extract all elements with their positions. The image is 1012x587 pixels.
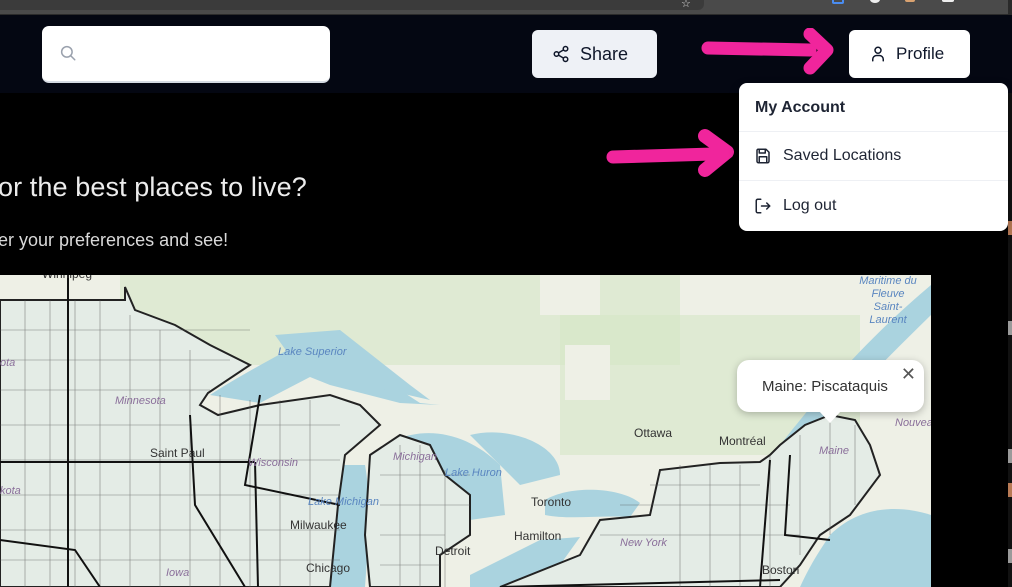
map-label-city: Chicago: [306, 561, 351, 575]
map-label-water: Lake Michigan: [308, 496, 379, 508]
map-label-city: Winnipeg: [42, 275, 92, 281]
map-label-water: Lake Huron: [445, 467, 502, 479]
map-label-region: Nouveau-Brunswick: [895, 417, 931, 429]
map-label-city: Montréal: [719, 434, 766, 448]
search-icon: [60, 45, 76, 61]
profile-button[interactable]: Profile: [849, 30, 970, 78]
map-label-state: Minnesota: [115, 395, 166, 407]
address-bar[interactable]: [0, 0, 704, 10]
map-label-city: Toronto: [531, 495, 572, 509]
map-label-state: ota: [0, 357, 16, 369]
map-view[interactable]: Winnipeg Minnesota Wisconsin Michigan Io…: [0, 275, 931, 587]
map-popup: Maine: Piscataquis ✕: [737, 360, 924, 423]
map-basemap: [0, 275, 931, 587]
share-icon: [553, 45, 569, 63]
popup-text: Maine: Piscataquis: [762, 378, 888, 395]
map-label-state: Wisconsin: [248, 457, 299, 469]
map-label-state: New York: [620, 537, 667, 549]
menu-heading: My Account: [739, 83, 1008, 132]
browser-toolbar: ☆: [0, 0, 1012, 15]
hero-subtitle: er your preferences and see!: [0, 230, 229, 250]
side-editor-strip: [1008, 93, 1012, 587]
extension-icon-blue[interactable]: [832, 0, 844, 4]
logout-icon: [755, 198, 771, 213]
share-button[interactable]: Share: [532, 30, 657, 78]
star-icon[interactable]: ☆: [681, 0, 691, 10]
map-label-water: Maritime du Fleuve Saint-Laurent: [859, 275, 917, 326]
menu-item-log-out[interactable]: Log out: [739, 181, 1008, 230]
map-label-city: Milwaukee: [290, 518, 347, 532]
share-button-label: Share: [580, 43, 629, 64]
search-box[interactable]: [42, 26, 330, 83]
profile-button-label: Profile: [896, 44, 945, 63]
window-edge: [1008, 0, 1012, 15]
map-label-state: Michigan: [393, 451, 438, 463]
extension-icon-white[interactable]: [870, 0, 880, 3]
map-label-city: Boston: [762, 563, 800, 577]
app-header: Share Profile: [0, 15, 1012, 93]
menu-item-label: Log out: [783, 196, 837, 214]
save-icon: [756, 148, 770, 164]
annotation-arrow-profile: [701, 28, 834, 75]
extension-icon-orange[interactable]: [905, 0, 915, 2]
map-label-state: kota: [0, 485, 21, 497]
menu-item-label: Saved Locations: [783, 147, 902, 164]
map-label-state: Maine: [819, 445, 849, 457]
map-label-city: Detroit: [435, 544, 471, 558]
map-label-state: Iowa: [166, 567, 190, 579]
menu-item-saved-locations[interactable]: Saved Locations: [739, 132, 1008, 181]
map-label-city: Saint Paul: [150, 446, 205, 460]
map-label-city: Ottawa: [634, 426, 673, 440]
annotation-arrow-saved-locations: [606, 129, 734, 177]
search-input[interactable]: [88, 36, 318, 70]
map-label-water: Lake Superior: [278, 346, 347, 358]
map-label-city: Hamilton: [514, 529, 562, 543]
user-icon: [872, 46, 884, 62]
profile-menu: My Account Saved Locations Log out: [739, 83, 1008, 231]
hero-title: or the best places to live?: [0, 172, 307, 202]
extension-icon-square[interactable]: [942, 0, 954, 2]
close-icon[interactable]: ✕: [901, 365, 916, 383]
